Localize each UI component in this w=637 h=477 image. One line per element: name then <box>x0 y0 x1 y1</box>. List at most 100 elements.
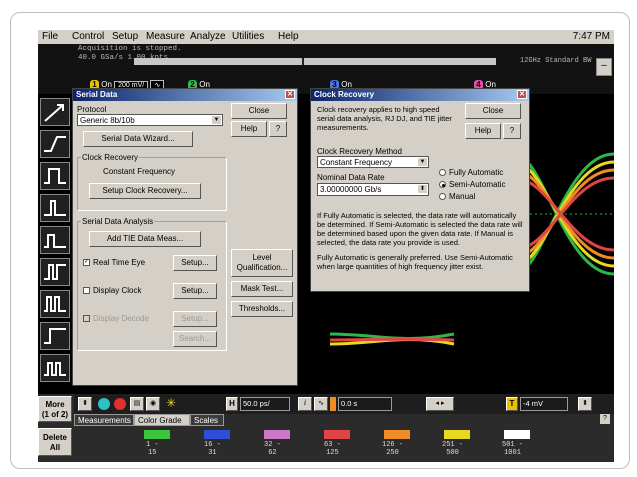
sun-icon[interactable]: ✳ <box>166 396 176 410</box>
memory-bar <box>134 58 496 65</box>
waveform-icon[interactable]: ∿ <box>314 397 328 411</box>
sequence-trigger-icon[interactable] <box>40 354 70 382</box>
runt-trigger-icon[interactable] <box>40 226 70 254</box>
serial-data-dialog: Serial Data ✕ Protocol Generic 8b/10b ▼ Cl… <box>72 88 298 386</box>
rate-spinner-icon[interactable]: ⬍ <box>418 185 427 193</box>
mask-test-button[interactable]: Mask Test... <box>231 281 293 297</box>
scroll-arrows-icon[interactable]: ◂ ▸ <box>426 397 454 411</box>
tab-scales[interactable]: Scales <box>190 414 224 426</box>
serial-data-wizard-button[interactable]: Serial Data Wizard... <box>83 131 193 147</box>
bottom-panel: More (1 of 2) Delete All ⬍ ▤ ◉ ✳ H 50.0 … <box>38 394 614 462</box>
clock: 7:47 PM <box>572 31 610 42</box>
manual-label: Manual <box>449 192 476 201</box>
real-time-eye-checkbox[interactable]: ✓ <box>83 259 90 266</box>
serial-data-title: Serial Data ✕ <box>73 89 297 101</box>
protocol-select[interactable]: Generic 8b/10b ▼ <box>77 114 223 126</box>
edge-trigger-icon[interactable] <box>40 130 70 158</box>
zoom-icon[interactable]: ⅈ <box>298 397 312 411</box>
setup-clock-recovery-button[interactable]: Setup Clock Recovery... <box>89 183 201 199</box>
more-button[interactable]: More (1 of 2) <box>38 396 72 422</box>
camera-icon[interactable]: ◉ <box>146 397 160 411</box>
color-grade-range-5: 126 - 250 <box>382 441 404 457</box>
minimize-button[interactable]: – <box>596 58 612 76</box>
trigger-marker-icon[interactable] <box>330 397 336 411</box>
color-grade-swatch-7 <box>504 430 530 439</box>
delete-all-button[interactable]: Delete All <box>38 428 72 456</box>
fully-automatic-label: Fully Automatic <box>449 168 504 177</box>
left-toolbar <box>38 94 72 394</box>
menu-utilities[interactable]: Utilities <box>232 31 264 42</box>
delay-field[interactable]: 0.0 s <box>338 397 392 411</box>
serial-data-close-icon[interactable]: ✕ <box>285 90 295 99</box>
glitch-trigger-icon[interactable] <box>40 194 70 222</box>
data-rate-input[interactable]: 3.00000000 Gb/s ⬍ <box>317 183 429 196</box>
help-icon[interactable]: ? <box>600 414 610 424</box>
marker-spinner-icon[interactable]: ⬍ <box>78 397 92 411</box>
trigger-spinner-icon[interactable]: ⬍ <box>578 397 592 411</box>
search-button[interactable]: Search... <box>173 331 217 347</box>
trigger-icon[interactable]: T <box>506 397 518 411</box>
horizontal-icon[interactable]: H <box>226 397 238 411</box>
serial-help-button[interactable]: Help <box>231 121 267 137</box>
clock-recovery-label: Clock Recovery <box>81 153 140 162</box>
manual-radio[interactable] <box>439 193 446 200</box>
semi-automatic-radio[interactable] <box>439 181 446 188</box>
color-grade-swatch-4 <box>324 430 350 439</box>
color-grade-swatch-2 <box>204 430 230 439</box>
clock-close-button[interactable]: Close <box>465 103 521 119</box>
clock-recovery-title: Clock Recovery ✕ <box>311 89 529 101</box>
acquisition-status: Acquisition is stopped. <box>78 45 182 53</box>
menu-control[interactable]: Control <box>72 31 104 42</box>
print-icon[interactable]: ▤ <box>130 397 144 411</box>
control-bar: ⬍ ▤ ◉ ✳ H 50.0 ps/ ⅈ ∿ 0.0 s ◂ ▸ T -4 mV… <box>74 394 614 414</box>
menu-help[interactable]: Help <box>278 31 299 42</box>
clock-help-button[interactable]: Help <box>465 123 501 139</box>
color-dot-red-icon[interactable] <box>114 398 126 410</box>
color-grade-swatch-1 <box>144 430 170 439</box>
clock-recovery-value: Constant Frequency <box>103 167 176 176</box>
acquisition-status-area: Acquisition is stopped. 40.0 GSa/s 1.00 … <box>38 44 614 94</box>
timeout-trigger-icon[interactable] <box>40 258 70 286</box>
serial-close-button[interactable]: Close <box>231 103 287 119</box>
method-select[interactable]: Constant Frequency ▼ <box>317 156 429 168</box>
serial-analysis-label: Serial Data Analysis <box>81 217 155 226</box>
color-grade-range-6: 251 - 500 <box>442 441 464 457</box>
timebase-field[interactable]: 50.0 ps/ <box>240 397 290 411</box>
color-grade-swatch-5 <box>384 430 410 439</box>
dropdown-arrow-icon[interactable]: ▼ <box>212 116 221 124</box>
color-dot-cyan-icon[interactable] <box>98 398 110 410</box>
color-grade-swatch-3 <box>264 430 290 439</box>
thresholds-button[interactable]: Thresholds... <box>231 301 293 317</box>
menu-measure[interactable]: Measure <box>146 31 185 42</box>
oscilloscope-screen: File Control Setup Measure Analyze Utili… <box>38 30 614 462</box>
pattern-trigger-icon[interactable] <box>40 290 70 318</box>
clock-recovery-close-icon[interactable]: ✕ <box>517 90 527 99</box>
menu-file[interactable]: File <box>42 31 58 42</box>
mode-info-text: If Fully Automatic is selected, the data… <box>317 211 523 247</box>
tab-color-grade[interactable]: Color Grade <box>134 414 190 426</box>
display-decode-label: Display Decode <box>93 314 150 323</box>
add-tie-button[interactable]: Add TIE Data Meas... <box>89 231 201 247</box>
clock-recovery-dialog: Clock Recovery ✕ Clock recovery applies t… <box>310 88 530 292</box>
real-time-eye-label: Real Time Eye <box>93 258 146 267</box>
level-qualification-button[interactable]: Level Qualification... <box>231 249 293 277</box>
menu-analyze[interactable]: Analyze <box>190 31 226 42</box>
clock-whats-this-icon[interactable]: ? <box>503 123 521 139</box>
display-clock-checkbox[interactable] <box>83 287 90 294</box>
real-time-eye-setup-button[interactable]: Setup... <box>173 255 217 271</box>
display-decode-setup-button[interactable]: Setup... <box>173 311 217 327</box>
menu-setup[interactable]: Setup <box>112 31 138 42</box>
tab-measurements[interactable]: Measurements <box>74 414 134 426</box>
display-clock-setup-button[interactable]: Setup... <box>173 283 217 299</box>
clock-recovery-description: Clock recovery applies to high speed ser… <box>317 105 452 132</box>
trigger-level-field[interactable]: -4 mV <box>520 397 568 411</box>
fully-automatic-radio[interactable] <box>439 169 446 176</box>
pulse-width-icon[interactable] <box>40 162 70 190</box>
state-trigger-icon[interactable] <box>40 322 70 350</box>
color-grade-range-4: 63 - 125 <box>324 441 341 457</box>
method-dropdown-icon[interactable]: ▼ <box>418 158 427 166</box>
preference-info-text: Fully Automatic is generally preferred. … <box>317 253 513 271</box>
display-decode-checkbox[interactable] <box>83 315 90 322</box>
pointer-tool-icon[interactable] <box>40 98 70 126</box>
whats-this-icon[interactable]: ? <box>269 121 287 137</box>
